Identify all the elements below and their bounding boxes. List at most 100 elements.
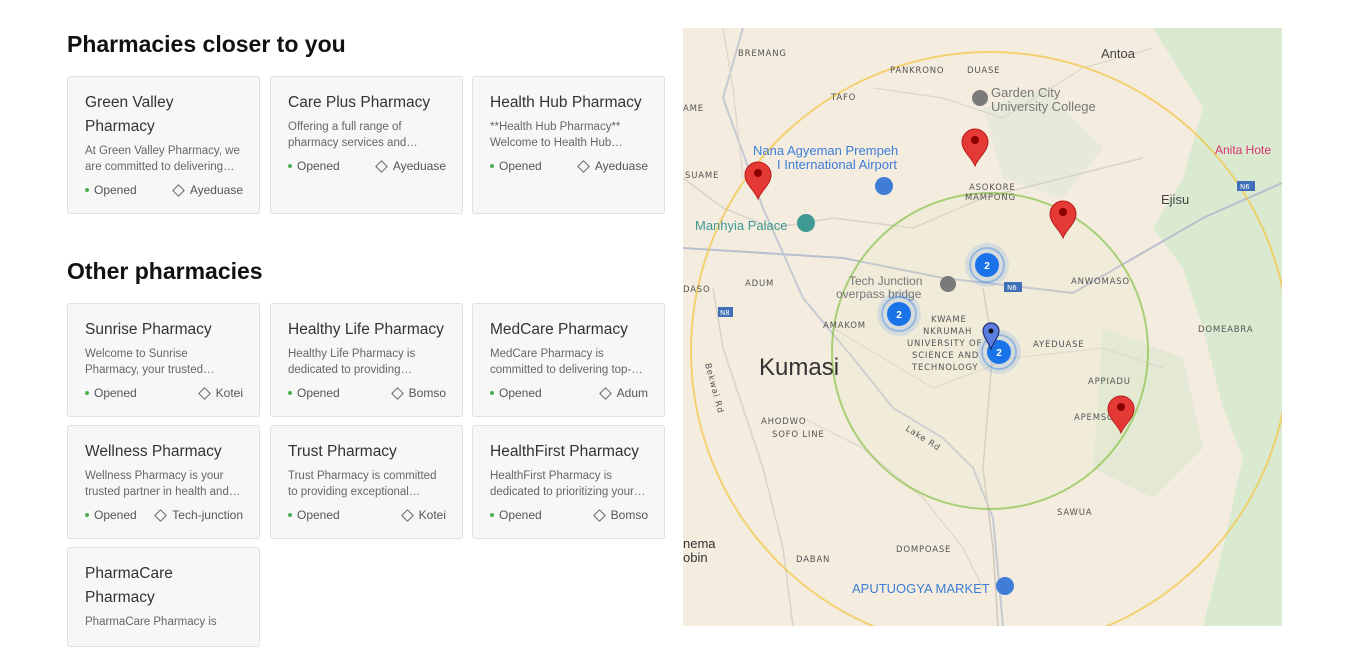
location-icon xyxy=(171,183,185,197)
pharmacy-description: HealthFirst Pharmacy is dedicated to pri… xyxy=(490,470,646,498)
map-label: Tech Junction xyxy=(849,274,922,288)
status-dot-icon xyxy=(288,391,292,395)
cluster-count: 2 xyxy=(996,348,1002,359)
status: Opened xyxy=(85,386,137,400)
map-label: APEMSO xyxy=(1074,413,1115,423)
other-section-title: Other pharmacies xyxy=(67,258,263,284)
status-dot-icon xyxy=(288,513,292,517)
map-label: ADUM xyxy=(745,279,774,289)
map-label: PANKRONO xyxy=(890,66,944,76)
pharmacy-description: Welcome to Sunrise Pharmacy, your truste… xyxy=(85,348,215,376)
location-icon xyxy=(576,159,590,173)
status-dot-icon xyxy=(85,513,89,517)
pharmacy-description: **Health Hub Pharmacy** Welcome to Healt… xyxy=(490,121,623,149)
location: Kotei xyxy=(400,508,446,522)
map-label: NKRUMAH xyxy=(923,327,972,337)
location-icon xyxy=(197,386,211,400)
marker-cluster[interactable]: 2 xyxy=(965,243,1009,287)
pharmacy-card[interactable]: Care Plus Pharmacy Offering a full range… xyxy=(270,76,463,214)
cluster-count: 2 xyxy=(984,261,990,272)
map-label: AMAKOM xyxy=(823,321,866,331)
status-label: Opened xyxy=(94,508,137,522)
map-label: UNIVERSITY OF xyxy=(907,339,982,349)
user-pin-dot xyxy=(988,328,994,334)
map-label: DOMEABRA xyxy=(1198,325,1253,335)
airport-icon xyxy=(875,177,893,195)
route-label: N6 xyxy=(1007,284,1017,292)
map-view[interactable]: BREMANG PANKRONO DUASE Antoa TAFO AME Ga… xyxy=(683,28,1282,626)
pin-dot xyxy=(971,136,979,144)
pin-dot xyxy=(1059,208,1067,216)
location: Adum xyxy=(598,386,648,400)
status-label: Opened xyxy=(499,508,542,522)
map-label: APUTUOGYA MARKET xyxy=(852,581,990,596)
location-label: Ayeduase xyxy=(594,159,648,173)
pharmacy-name: Wellness Pharmacy xyxy=(85,443,222,460)
location: Bomso xyxy=(592,508,648,522)
pharmacy-card[interactable]: Sunrise Pharmacy Welcome to Sunrise Phar… xyxy=(67,303,260,417)
map-label: SUAME xyxy=(685,171,719,181)
marker-cluster[interactable]: 2 xyxy=(877,292,921,336)
location-icon xyxy=(400,508,414,522)
location-icon xyxy=(390,386,404,400)
map-label: SOFO LINE xyxy=(772,430,825,440)
location-label: Bomso xyxy=(408,386,446,400)
map-label: DASO xyxy=(683,285,711,295)
map-label: BREMANG xyxy=(738,49,787,59)
map-label: nema xyxy=(683,536,716,551)
status-label: Opened xyxy=(94,386,137,400)
status: Opened xyxy=(85,183,137,197)
pharmacy-card[interactable]: Health Hub Pharmacy **Health Hub Pharmac… xyxy=(472,76,665,214)
location-label: Ayeduase xyxy=(189,183,243,197)
status-label: Opened xyxy=(94,183,137,197)
pharmacy-name: Healthy Life Pharmacy xyxy=(288,321,444,338)
location-icon xyxy=(592,508,606,522)
pharmacy-card[interactable]: PharmaCare Pharmacy PharmaCare Pharmacy … xyxy=(67,547,260,647)
map-label: AHODWO xyxy=(761,417,806,427)
map-label: KWAME xyxy=(931,315,967,325)
status-dot-icon xyxy=(490,391,494,395)
map-label: TECHNOLOGY xyxy=(911,363,978,373)
map-label: DUASE xyxy=(967,66,1000,76)
university-icon xyxy=(972,90,988,106)
location-label: Adum xyxy=(616,386,648,400)
pharmacy-card[interactable]: Green Valley Pharmacy At Green Valley Ph… xyxy=(67,76,260,214)
pharmacy-name: MedCare Pharmacy xyxy=(490,321,628,338)
location: Ayeduase xyxy=(576,159,648,173)
map-label: AME xyxy=(683,104,704,114)
status: Opened xyxy=(490,159,542,173)
pharmacy-name: HealthFirst Pharmacy xyxy=(490,443,640,460)
location-label: Kotei xyxy=(418,508,446,522)
location-icon xyxy=(374,159,388,173)
pharmacy-card[interactable]: Trust Pharmacy Trust Pharmacy is committ… xyxy=(270,425,463,539)
location-icon xyxy=(598,386,612,400)
map-label: DABAN xyxy=(796,555,830,565)
map-label: Garden City xyxy=(991,85,1061,100)
map-label: Ejisu xyxy=(1161,192,1189,207)
pharmacy-card[interactable]: Healthy Life Pharmacy Healthy Life Pharm… xyxy=(270,303,463,417)
pharmacy-card[interactable]: MedCare Pharmacy MedCare Pharmacy is com… xyxy=(472,303,665,417)
map-label: DOMPOASE xyxy=(896,545,951,555)
location-icon xyxy=(154,508,168,522)
pharmacy-description: Healthy Life Pharmacy is dedicated to pr… xyxy=(288,348,416,376)
pharmacy-card[interactable]: HealthFirst Pharmacy HealthFirst Pharmac… xyxy=(472,425,665,539)
status: Opened xyxy=(288,386,340,400)
location: Tech-junction xyxy=(154,508,243,522)
pin-dot xyxy=(1117,403,1125,411)
map-label: SAWUA xyxy=(1057,508,1092,518)
landmark-icon xyxy=(940,276,956,292)
marker-cluster[interactable]: 2 xyxy=(977,330,1021,374)
map-label: I International Airport xyxy=(777,157,897,172)
status-label: Opened xyxy=(297,386,340,400)
map-label: ANWOMASO xyxy=(1071,277,1130,287)
status-label: Opened xyxy=(297,159,340,173)
route-label: N6 xyxy=(1240,183,1250,191)
map-label: MAMPONG xyxy=(965,193,1016,203)
city-label: Kumasi xyxy=(759,354,839,381)
shopping-cart-icon xyxy=(996,577,1014,595)
pharmacy-card[interactable]: Wellness Pharmacy Wellness Pharmacy is y… xyxy=(67,425,260,539)
map-label: APPIADU xyxy=(1088,377,1131,387)
pharmacy-description: MedCare Pharmacy is committed to deliver… xyxy=(490,348,643,376)
map-label: TAFO xyxy=(830,93,856,103)
map-canvas[interactable]: BREMANG PANKRONO DUASE Antoa TAFO AME Ga… xyxy=(683,28,1282,626)
